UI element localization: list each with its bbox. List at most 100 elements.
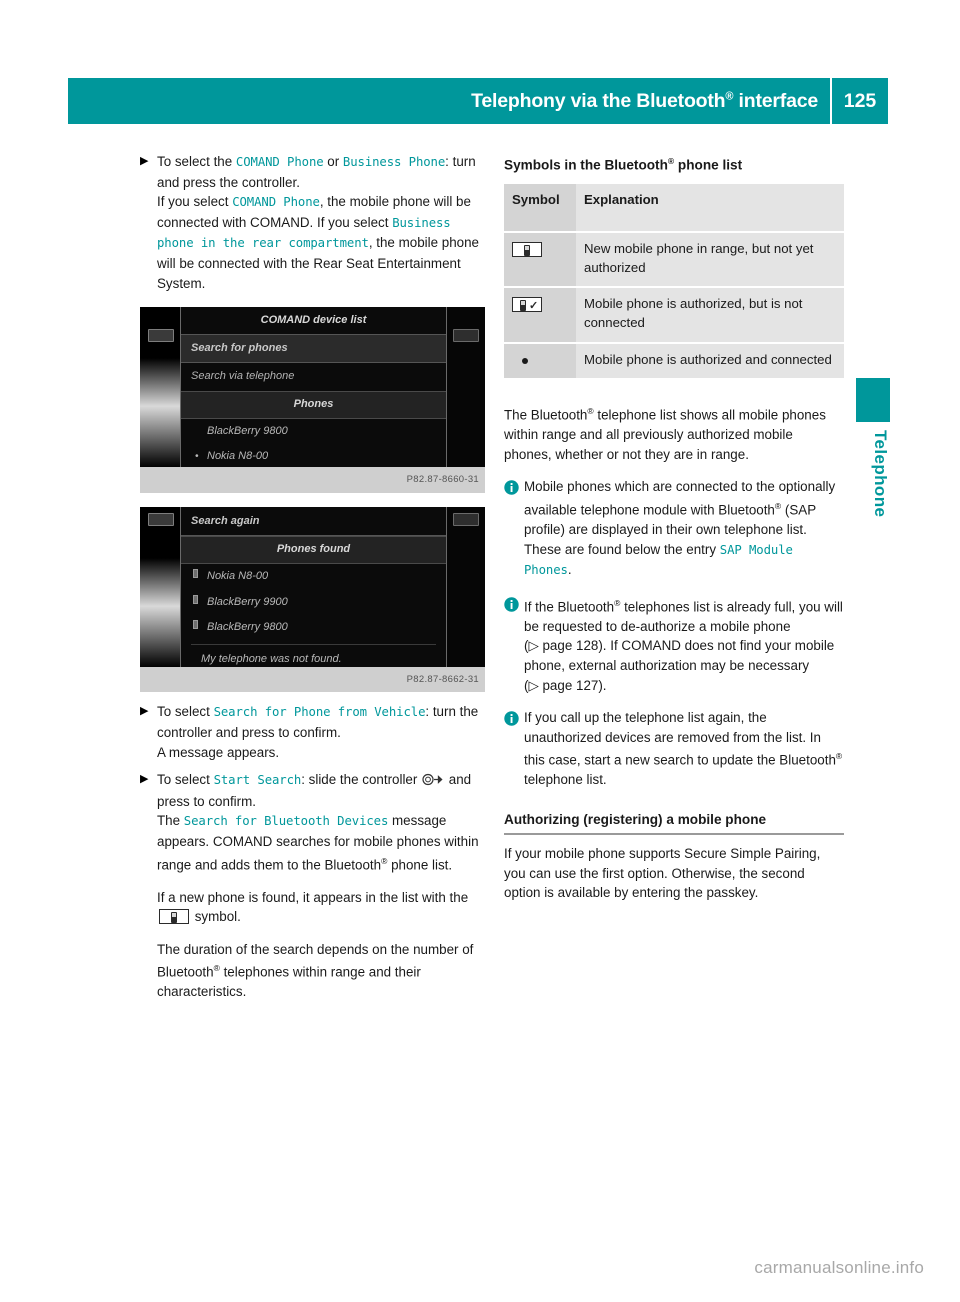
connected-dot-icon: • — [195, 451, 199, 463]
note-sap-module: Mobile phones which are connected to the… — [504, 477, 844, 580]
screenshot-image: Search again Phones found Nokia N8-00 Bl… — [140, 506, 485, 667]
page-reference[interactable]: ▷ page 127 — [528, 678, 598, 693]
page-reference[interactable]: ▷ page 128 — [528, 638, 598, 653]
heading-suffix: phone list — [674, 157, 743, 173]
symbols-table: Symbol Explanation New mobile phone in r… — [504, 183, 844, 379]
screen-list-item: Nokia N8-00 — [181, 564, 446, 590]
step-search-from-vehicle: ▶ To select Search for Phone from Vehicl… — [140, 702, 485, 762]
screen-content: COMAND device list Search for phones Sea… — [180, 307, 447, 468]
phone-unauthorized-icon — [193, 594, 198, 604]
text-segment: If a new phone is found, it appears in t… — [157, 889, 469, 905]
note-text: If you call up the telephone list again,… — [524, 708, 844, 790]
table-header-row: Symbol Explanation — [504, 183, 844, 233]
step-text: To select Start Search: slide the contro… — [157, 770, 485, 874]
explanation-cell: New mobile phone in range, but not yet a… — [576, 232, 844, 288]
page-title: Telephony via the Bluetooth® interface — [471, 90, 830, 113]
step-arrow-icon: ▶ — [140, 705, 149, 718]
phone-authorized-icon: ✓ — [512, 297, 542, 313]
table-body: New mobile phone in range, but not yet a… — [504, 232, 844, 379]
screen-section-header: Phones found — [181, 536, 446, 564]
menu-command: COMAND Phone — [232, 195, 320, 210]
options-button-icon — [453, 329, 479, 343]
paragraph-new-phone-symbol: If a new phone is found, it appears in t… — [157, 888, 485, 927]
figure-comand-device-list: COMAND device list Search for phones Sea… — [140, 307, 485, 493]
symbol-cell: ✓ — [504, 287, 576, 343]
symbol-cell — [504, 342, 576, 379]
figure-caption: P82.87-8660-31 — [140, 467, 485, 493]
screen-menu-item: Search via telephone — [191, 370, 295, 383]
phone-unauthorized-icon — [159, 909, 189, 925]
symbol-cell — [504, 232, 576, 288]
explanation-cell: Mobile phone is authorized, but is not c… — [576, 287, 844, 343]
options-button-icon — [453, 512, 479, 526]
figure-phones-found: Search again Phones found Nokia N8-00 Bl… — [140, 506, 485, 693]
screen-title: COMAND device list — [260, 314, 367, 327]
note-text: Mobile phones which are connected to the… — [524, 477, 844, 580]
note-text: If the Bluetooth® telephones list is alr… — [524, 594, 844, 695]
page-title-suffix: interface — [733, 89, 819, 112]
table-head: Symbol Explanation — [504, 183, 844, 233]
column-header-symbol: Symbol — [504, 183, 576, 233]
text-segment: The — [157, 813, 184, 829]
screen-section-header: Phones — [181, 390, 446, 419]
table-row: New mobile phone in range, but not yet a… — [504, 232, 844, 288]
text-segment: To select — [157, 704, 214, 720]
section-heading-symbols: Symbols in the Bluetooth® phone list — [504, 152, 844, 175]
left-column: ▶ To select the COMAND Phone or Business… — [140, 152, 485, 1004]
column-header-explanation: Explanation — [576, 183, 844, 233]
paragraph-search-duration: The duration of the search depends on th… — [157, 940, 485, 1002]
text-segment: A message appears. — [157, 744, 280, 760]
connected-dot-icon — [522, 357, 528, 364]
step-text: To select Search for Phone from Vehicle:… — [157, 702, 485, 762]
page-number: 125 — [843, 89, 877, 112]
step-start-search: ▶ To select Start Search: slide the cont… — [140, 770, 485, 874]
back-button-icon — [148, 512, 174, 526]
menu-command: Start Search — [213, 773, 302, 788]
note-refresh-list: If you call up the telephone list again,… — [504, 708, 844, 790]
text-segment: If you select — [157, 194, 233, 210]
screen-list-item-label: Nokia N8-00 — [207, 450, 269, 463]
text-segment: or — [323, 154, 343, 169]
screen-bezel-left — [140, 506, 180, 667]
page-header-bar: Telephony via the Bluetooth® interface 1… — [68, 78, 888, 124]
info-icon — [504, 480, 524, 501]
screen-list-item-label: Nokia N8-00 — [207, 569, 269, 582]
text-segment: . — [567, 562, 572, 578]
chapter-tab-label: Telephone — [871, 430, 890, 518]
step-arrow-icon: ▶ — [140, 155, 149, 167]
text-segment: : slide the controller — [301, 772, 422, 788]
text-segment: To select the — [157, 154, 236, 169]
screen-list-item: BlackBerry 9800 — [181, 419, 446, 445]
info-icon — [504, 711, 524, 732]
phone-unauthorized-icon — [193, 620, 198, 630]
figure-caption: P82.87-8662-31 — [140, 666, 485, 693]
controller-slide-right-icon — [422, 772, 444, 792]
phone-unauthorized-icon — [512, 242, 542, 258]
menu-command: Business Phone — [342, 155, 446, 169]
back-button-icon — [148, 329, 174, 343]
screen-list-item-label: BlackBerry 9800 — [207, 424, 288, 437]
screen-list-item-label: BlackBerry 9900 — [207, 595, 288, 608]
table-row: Mobile phone is authorized and connected — [504, 342, 844, 379]
section-heading-authorizing: Authorizing (registering) a mobile phone — [504, 810, 844, 836]
text-segment: phone list. — [387, 856, 453, 872]
screen-content: Search again Phones found Nokia N8-00 Bl… — [180, 506, 447, 667]
text-segment: telephone list. — [524, 772, 607, 788]
paragraph-authorizing-body: If your mobile phone supports Secure Sim… — [504, 846, 821, 901]
watermark: carmanualsonline.info — [754, 1258, 924, 1277]
screen-footer-note: My telephone was not found. — [191, 643, 436, 667]
text-segment: If you call up the telephone list again,… — [524, 710, 836, 768]
step-select-phone-type: ▶ To select the COMAND Phone or Business… — [140, 152, 485, 293]
text-segment: The Bluetooth — [504, 407, 588, 423]
text-segment: symbol. — [191, 909, 241, 925]
screen-list-item: • Nokia N8-00 — [181, 444, 446, 467]
text-segment: If the Bluetooth — [524, 599, 615, 615]
page-title-text: Telephony via the Bluetooth — [471, 89, 726, 112]
screenshot-image: COMAND device list Search for phones Sea… — [140, 307, 485, 468]
screen-list-item: BlackBerry 9800 — [181, 615, 446, 641]
right-column: Symbols in the Bluetooth® phone list Sym… — [504, 152, 844, 905]
screen-menu-item-selected: Search for phones — [181, 333, 446, 364]
screen-list-item: BlackBerry 9900 — [181, 590, 446, 616]
step-arrow-icon: ▶ — [140, 773, 149, 786]
table-row: ✓ Mobile phone is authorized, but is not… — [504, 287, 844, 343]
